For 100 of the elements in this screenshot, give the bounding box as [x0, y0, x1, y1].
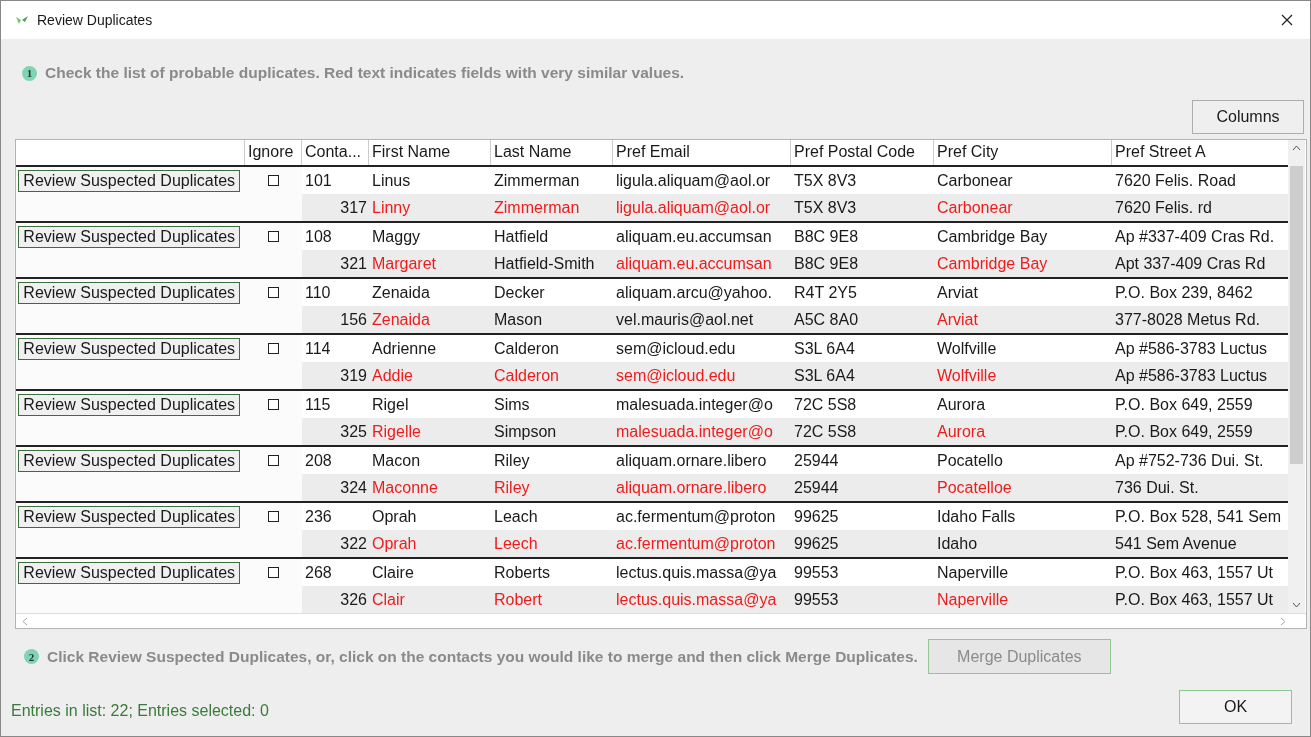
table-cell-text: S3L 6A4: [793, 339, 856, 358]
table-cell-text: P.O. Box 463, 1557 Ut: [1114, 590, 1275, 609]
status-text: Entries in list: 22; Entries selected: 0: [11, 702, 269, 721]
table-cell-text: 325: [339, 422, 368, 441]
table-cell-text: Rigel: [371, 395, 410, 414]
table-cell-text: 7620 Felis. Road: [1114, 171, 1237, 190]
table-cell-text: Riley: [493, 451, 531, 470]
table-cell-text: Hatfield: [493, 227, 550, 246]
column-header[interactable]: Ignore: [245, 140, 302, 165]
table-cell-text: B8C 9E8: [793, 254, 860, 273]
ignore-checkbox[interactable]: [268, 455, 280, 466]
table-cell-text: aliquam.arcu@yahoo.: [615, 283, 773, 302]
table-cell-text: Ap #586-3783 Luctus: [1114, 339, 1269, 358]
column-header[interactable]: First Name: [369, 140, 491, 165]
table-cell-text: Calderon: [493, 366, 560, 385]
scroll-down-icon: [1292, 602, 1301, 608]
column-header[interactable]: Pref City: [934, 140, 1112, 165]
table-cell-text: 101: [304, 171, 333, 190]
table-cell-text: Rigelle: [371, 422, 422, 441]
table-cell-text: aliquam.ornare.libero: [615, 478, 768, 497]
table-cell-text: Zenaida: [371, 310, 431, 329]
step-number-badge: 2: [24, 649, 39, 664]
review-duplicates-button[interactable]: Review Suspected Duplicates: [18, 170, 241, 192]
ignore-checkbox[interactable]: [268, 287, 280, 298]
review-duplicates-button[interactable]: Review Suspected Duplicates: [18, 506, 241, 528]
ignore-checkbox[interactable]: [268, 511, 280, 522]
ignore-checkbox[interactable]: [268, 231, 280, 242]
review-duplicates-button[interactable]: Review Suspected Duplicates: [18, 226, 241, 248]
table-cell-text: 108: [304, 227, 333, 246]
table-cell-text: Roberts: [493, 563, 552, 582]
review-duplicates-button[interactable]: Review Suspected Duplicates: [18, 562, 241, 584]
table-cell-text: 110: [304, 283, 332, 302]
table-cell-text: Arviat: [936, 310, 979, 329]
table-cell-text: P.O. Box 649, 2559: [1114, 395, 1254, 414]
table-cell-text: 7620 Felis. rd: [1114, 198, 1213, 217]
table-cell-text: P.O. Box 649, 2559: [1114, 422, 1254, 441]
table-cell-text: 156: [339, 310, 368, 329]
table-cell-text: S3L 6A4: [793, 366, 856, 385]
table-cell-text: 236: [304, 507, 333, 526]
review-duplicates-button[interactable]: Review Suspected Duplicates: [18, 338, 241, 360]
table-cell-text: 321: [339, 254, 368, 273]
column-header[interactable]: Last Name: [491, 140, 613, 165]
ignore-checkbox[interactable]: [268, 175, 280, 186]
table-cell-text: Naperville: [936, 563, 1010, 582]
ok-button[interactable]: OK: [1179, 690, 1292, 724]
table-cell-text: Cambridge Bay: [936, 227, 1049, 246]
review-duplicates-button[interactable]: Review Suspected Duplicates: [18, 450, 241, 472]
table-cell-text: Naperville: [936, 590, 1010, 609]
table-cell-text: T5X 8V3: [793, 171, 858, 190]
instruction-text: Click Review Suspected Duplicates, or, click on the contacts you would like to merge and then click Merge Duplicates.: [47, 647, 918, 666]
ignore-checkbox[interactable]: [268, 399, 280, 410]
table-cell-text: Cambridge Bay: [936, 254, 1049, 273]
table-cell-text: 72C 5S8: [793, 395, 858, 414]
table-cell-text: 208: [304, 451, 333, 470]
table-cell-text: Arviat: [936, 283, 979, 302]
table-cell-text: Wolfville: [936, 339, 998, 358]
table-cell-text: 99625: [793, 534, 840, 553]
table-cell-text: Macon: [371, 451, 422, 470]
table-cell-text: sem@icloud.edu: [615, 366, 737, 385]
table-cell-text: Aurora: [936, 422, 987, 441]
table-cell-text: 99553: [793, 590, 840, 609]
scroll-left-icon: [22, 616, 28, 626]
table-cell-text: lectus.quis.massa@ya: [615, 563, 778, 582]
review-duplicates-button[interactable]: Review Suspected Duplicates: [18, 282, 241, 304]
table-cell-text: Ap #752-736 Dui. St.: [1114, 451, 1265, 470]
column-header[interactable]: Conta...: [302, 140, 369, 165]
column-header[interactable]: Pref Postal Code: [791, 140, 934, 165]
table-cell-text: ligula.aliquam@aol.or: [615, 198, 772, 217]
column-header[interactable]: Pref Email: [613, 140, 791, 165]
horizontal-scrollbar[interactable]: [16, 613, 1306, 628]
vertical-scrollbar[interactable]: [1288, 140, 1305, 613]
table-cell-text: Wolfville: [936, 366, 998, 385]
table-cell-text: T5X 8V3: [793, 198, 858, 217]
column-header[interactable]: Pref Street A: [1112, 140, 1288, 165]
table-cell-text: Oprah: [371, 507, 418, 526]
columns-button[interactable]: Columns: [1192, 100, 1304, 134]
table-cell-text: lectus.quis.massa@ya: [615, 590, 778, 609]
scroll-right-icon: [1280, 616, 1286, 626]
table-cell-text: aliquam.ornare.libero: [615, 451, 768, 470]
table-cell-text: 324: [339, 478, 368, 497]
review-duplicates-button[interactable]: Review Suspected Duplicates: [18, 394, 241, 416]
table-cell-text: Pocatello: [936, 451, 1004, 470]
scrollbar-thumb[interactable]: [1290, 166, 1303, 464]
table-cell-text: ac.fermentum@proton: [615, 507, 777, 526]
table-cell-text: 25944: [793, 478, 840, 497]
table-cell-text: Leach: [493, 507, 539, 526]
ignore-checkbox[interactable]: [268, 567, 280, 578]
sprout-icon: [15, 15, 29, 25]
table-cell-text: A5C 8A0: [793, 310, 860, 329]
table-cell-text: sem@icloud.edu: [615, 339, 737, 358]
table-cell-text: aliquam.eu.accumsan: [615, 227, 773, 246]
table-cell-text: P.O. Box 239, 8462: [1114, 283, 1254, 302]
table-cell-text: Calderon: [493, 339, 560, 358]
table-cell-text: Zimmerman: [493, 198, 581, 217]
table-cell-text: Linus: [371, 171, 412, 190]
table-cell-text: Ap #337-409 Cras Rd.: [1114, 227, 1276, 246]
ignore-checkbox[interactable]: [268, 343, 280, 354]
table-cell-text: Margaret: [371, 254, 438, 273]
table-cell-text: 114: [304, 339, 332, 358]
table-cell-text: B8C 9E8: [793, 227, 860, 246]
